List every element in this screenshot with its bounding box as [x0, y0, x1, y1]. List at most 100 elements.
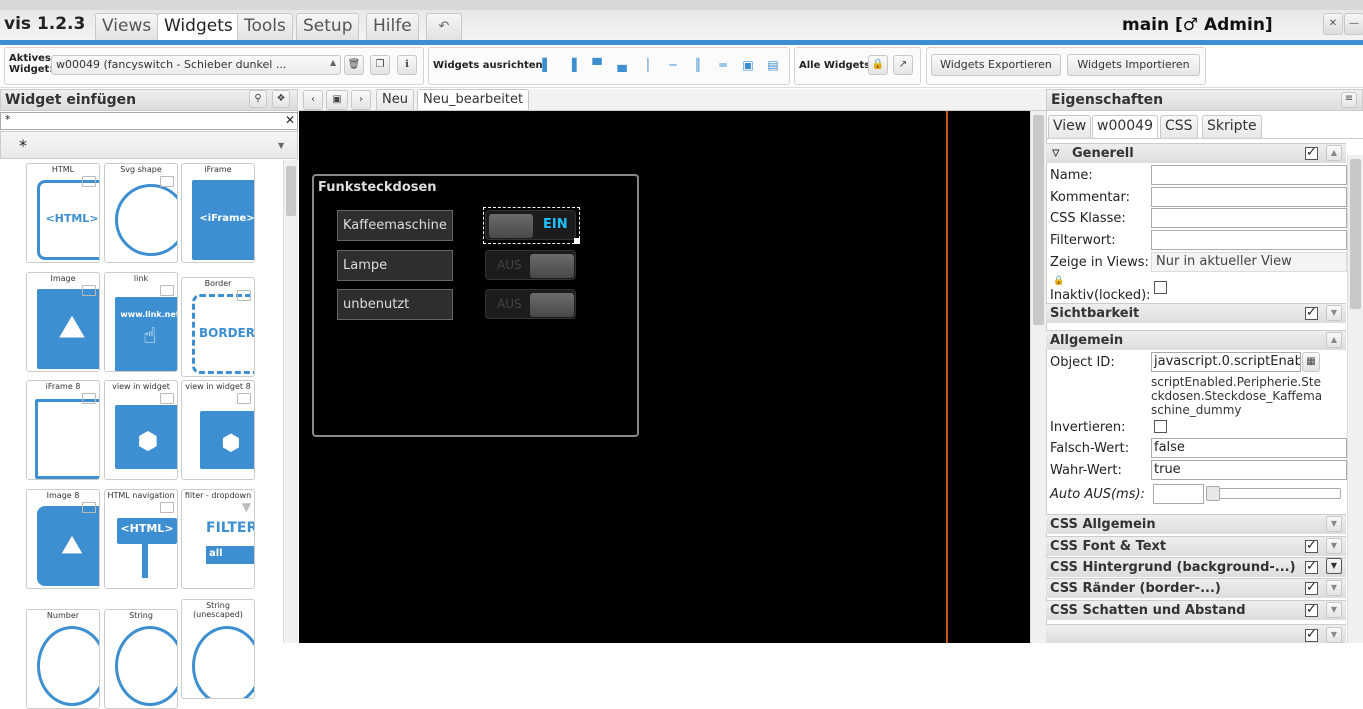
widget-tile-html-navigation[interactable]: HTML navigation <HTML>	[104, 489, 178, 589]
section-css-allgemein[interactable]: CSS Allgemein	[1046, 514, 1346, 534]
css-font-checkbox[interactable]	[1305, 538, 1318, 553]
same-width-icon[interactable]: ▣	[738, 55, 758, 75]
menu-widgets[interactable]: Widgets	[157, 13, 240, 41]
tab-neu[interactable]: Neu	[376, 89, 414, 110]
tab-widget[interactable]: w00049	[1092, 115, 1158, 138]
section-css-schatten[interactable]: CSS Schatten und Abstand	[1046, 600, 1346, 620]
undo-button[interactable]: ↶	[426, 13, 462, 40]
minimize-button[interactable]: —	[1344, 13, 1363, 35]
widget-tile-filter-dropdown[interactable]: filter - dropdown FILTER all ▼	[181, 489, 255, 589]
widget-tile-number[interactable]: Number	[26, 609, 100, 709]
tab-css[interactable]: CSS	[1160, 115, 1198, 138]
tabs-next-button[interactable]: ›	[351, 90, 371, 110]
widget-tile-html[interactable]: HTML <HTML>	[26, 163, 100, 263]
expand-css-schatten-button[interactable]: ▼	[1326, 602, 1342, 618]
distribute-v-icon[interactable]: ═	[713, 55, 733, 75]
switch-lampe[interactable]: AUS	[485, 250, 576, 280]
switch-kaffeemaschine[interactable]: EIN	[485, 210, 576, 240]
widget-tile-svg-shape[interactable]: Svg shape	[104, 163, 178, 263]
widget-tile-view-in-widget-8[interactable]: view in widget 8 ⬢	[181, 380, 255, 480]
palette-search-button[interactable]: ⚲	[249, 90, 267, 108]
slider-handle[interactable]	[1206, 486, 1220, 501]
section-next-collapsed[interactable]	[1046, 624, 1346, 643]
css-hintergrund-checkbox[interactable]	[1305, 559, 1318, 574]
css-schatten-checkbox[interactable]	[1305, 602, 1318, 617]
align-right-icon[interactable]: ▐	[562, 55, 582, 75]
wahr-wert-input[interactable]: true	[1151, 460, 1347, 480]
palette-filter-input[interactable]: *	[0, 112, 298, 130]
widget-tile-link[interactable]: link www.link.net ☝	[104, 272, 178, 372]
expand-css-hintergrund-button[interactable]: ▼	[1326, 558, 1342, 574]
delete-widget-button[interactable]: 🗑	[344, 55, 364, 75]
copy-widget-button[interactable]: ❐	[370, 55, 390, 75]
widget-tile-view-in-widget[interactable]: view in widget ⬢	[104, 380, 178, 480]
collapse-allgemein-button[interactable]: ▲	[1326, 332, 1342, 348]
menu-tools[interactable]: Tools	[237, 13, 293, 40]
section-generell[interactable]: Generell	[1046, 143, 1346, 163]
tabs-lock-button[interactable]: ▣	[326, 90, 348, 110]
distribute-h-icon[interactable]: ║	[688, 55, 708, 75]
css-raender-checkbox[interactable]	[1305, 580, 1318, 595]
sichtbarkeit-checkbox[interactable]	[1305, 305, 1318, 320]
auto-aus-slider[interactable]	[1206, 486, 1341, 501]
inaktiv-checkbox[interactable]	[1154, 281, 1167, 294]
export-widgets-button[interactable]: Widgets Exportieren	[931, 54, 1061, 76]
expand-css-allgemein-button[interactable]: ▼	[1326, 516, 1342, 532]
import-widgets-button[interactable]: Widgets Importieren	[1067, 54, 1200, 76]
widget-tile-iframe[interactable]: iFrame <iFrame>	[181, 163, 255, 263]
clear-filter-icon[interactable]: ✕	[285, 113, 295, 127]
expand-css-font-button[interactable]: ▼	[1326, 538, 1342, 554]
resize-handle[interactable]	[574, 238, 580, 244]
name-input[interactable]	[1151, 165, 1347, 185]
widget-tile-image-8[interactable]: Image 8 ⛰	[26, 489, 100, 589]
falsch-wert-input[interactable]: false	[1151, 438, 1347, 458]
expand-next-section-button[interactable]: ▼	[1326, 627, 1342, 643]
active-widget-select[interactable]: w00049 (fancyswitch - Schieber dunkel ..…	[51, 55, 341, 75]
object-id-browse-button[interactable]: ▦	[1302, 352, 1320, 372]
tab-view[interactable]: View	[1048, 115, 1092, 138]
generell-checkbox[interactable]	[1305, 145, 1318, 160]
palette-tag-button[interactable]: ❖	[272, 90, 290, 108]
section-allgemein[interactable]: Allgemein	[1046, 330, 1346, 350]
canvas-scroll-thumb[interactable]	[1033, 115, 1044, 325]
external-link-button[interactable]: ↗	[893, 55, 913, 75]
palette-scroll-thumb[interactable]	[286, 166, 296, 216]
next-section-checkbox[interactable]	[1305, 627, 1318, 642]
menu-setup[interactable]: Setup	[296, 13, 360, 40]
expand-css-raender-button[interactable]: ▼	[1326, 580, 1342, 596]
properties-scrollbar[interactable]	[1347, 155, 1363, 643]
section-sichtbarkeit[interactable]: Sichtbarkeit	[1046, 303, 1346, 323]
auto-aus-input[interactable]	[1153, 484, 1204, 504]
section-css-hintergrund[interactable]: CSS Hintergrund (background-...)	[1046, 557, 1346, 577]
section-css-font[interactable]: CSS Font & Text	[1046, 536, 1346, 556]
widget-tile-string-unescaped[interactable]: String (unescaped)	[181, 599, 255, 699]
palette-scrollbar[interactable]	[283, 160, 298, 643]
widget-tile-border[interactable]: Border BORDER	[181, 277, 255, 377]
kommentar-input[interactable]	[1151, 187, 1347, 207]
css-klasse-input[interactable]	[1151, 208, 1347, 228]
widget-tile-iframe-8[interactable]: iFrame 8	[26, 380, 100, 480]
align-left-icon[interactable]: ▌	[537, 55, 557, 75]
tab-neu-bearbeitet[interactable]: Neu_bearbeitet	[417, 89, 530, 110]
properties-menu-button[interactable]: ≡	[1341, 92, 1357, 108]
menu-hilfe[interactable]: Hilfe	[366, 13, 419, 40]
zeige-select[interactable]: Nur in aktueller View	[1151, 252, 1347, 272]
widget-tile-image[interactable]: Image ⛰	[26, 272, 100, 372]
canvas-scrollbar[interactable]	[1030, 111, 1046, 643]
expand-sichtbarkeit-button[interactable]: ▼	[1326, 305, 1342, 321]
switch-unbenutzt[interactable]: AUS	[485, 289, 576, 319]
menu-views[interactable]: Views	[95, 13, 159, 40]
widget-info-button[interactable]: ℹ	[397, 55, 417, 75]
align-center-h-icon[interactable]: ─	[663, 55, 683, 75]
tab-skripte[interactable]: Skripte	[1202, 115, 1262, 138]
close-button[interactable]: ✕	[1323, 13, 1343, 35]
lock-all-button[interactable]: 🔒	[868, 55, 888, 75]
object-id-input[interactable]: javascript.0.scriptEnab	[1151, 352, 1301, 372]
tabs-prev-button[interactable]: ‹	[303, 90, 323, 110]
properties-scroll-thumb[interactable]	[1350, 159, 1361, 309]
filterwort-input[interactable]	[1151, 230, 1347, 250]
widget-tile-string[interactable]: String	[104, 609, 178, 709]
align-bottom-icon[interactable]: ▄	[612, 55, 632, 75]
widget-set-select[interactable]: *	[0, 131, 298, 159]
section-css-raender[interactable]: CSS Ränder (border-...)	[1046, 578, 1346, 598]
